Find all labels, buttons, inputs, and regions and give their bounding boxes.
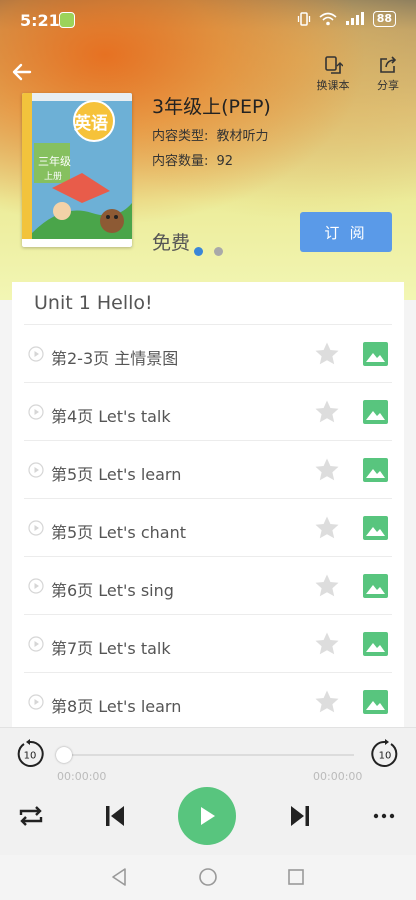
share-icon	[380, 56, 397, 73]
duration-time: 00:00:00	[313, 770, 363, 783]
track-title: 第2-3页 主情景图	[51, 349, 179, 368]
audio-player: 10 10 00:00:00 00:00:00	[0, 727, 416, 855]
image-icon[interactable]	[363, 342, 388, 366]
nav-back-icon[interactable]	[110, 867, 128, 887]
wifi-icon	[319, 12, 337, 26]
swap-book-icon	[325, 56, 343, 74]
switch-textbook-label: 换课本	[316, 79, 350, 92]
star-icon[interactable]	[314, 515, 340, 541]
cover-term: 上册	[44, 172, 63, 182]
track-title: 第8页 Let's learn	[51, 697, 182, 716]
play-circle-icon[interactable]	[28, 694, 44, 710]
image-icon[interactable]	[363, 400, 388, 424]
play-icon	[201, 807, 215, 825]
track-title: 第5页 Let's learn	[51, 465, 182, 484]
track-row[interactable]: 第4页 Let's talk	[24, 382, 392, 440]
track-list-card: Unit 1 Hello! 第2-3页 主情景图 第4页 Let's talk 第5…	[12, 282, 404, 727]
rewind-10-icon[interactable]: 10	[15, 739, 45, 769]
share-button[interactable]: 分享	[368, 55, 408, 93]
track-title: 第7页 Let's talk	[51, 639, 171, 658]
image-icon[interactable]	[363, 632, 388, 656]
play-circle-icon[interactable]	[28, 462, 44, 478]
image-icon[interactable]	[363, 458, 388, 482]
track-row[interactable]: 第5页 Let's learn	[24, 440, 392, 498]
arrow-left-icon[interactable]	[10, 60, 34, 84]
play-circle-icon[interactable]	[28, 520, 44, 536]
nav-home-icon[interactable]	[198, 867, 218, 887]
forward-seconds: 10	[379, 751, 392, 762]
book-title: 3年级上(PEP)	[152, 96, 271, 118]
track-row[interactable]: 第6页 Let's sing	[24, 556, 392, 614]
track-list: 第2-3页 主情景图 第4页 Let's talk 第5页 Let's learn 第…	[24, 324, 392, 727]
play-circle-icon[interactable]	[28, 578, 44, 594]
track-title: 第6页 Let's sing	[51, 581, 174, 600]
previous-track-icon[interactable]	[104, 804, 126, 828]
carousel-dot[interactable]	[214, 247, 223, 256]
track-row[interactable]: 第7页 Let's talk	[24, 614, 392, 672]
star-icon[interactable]	[314, 341, 340, 367]
star-icon[interactable]	[314, 689, 340, 715]
rewind-seconds: 10	[24, 751, 37, 762]
cover-grade: 三年级	[38, 155, 71, 168]
battery-icon: 88	[372, 11, 396, 27]
unit-title: Unit 1 Hello!	[34, 292, 153, 314]
track-row[interactable]: 第2-3页 主情景图	[24, 324, 392, 382]
track-row[interactable]: 第8页 Let's learn	[24, 672, 392, 727]
forward-10-icon[interactable]: 10	[370, 739, 400, 769]
app-notification-icon	[59, 12, 75, 28]
vibrate-icon	[297, 12, 310, 26]
switch-textbook-button[interactable]: 换课本	[313, 55, 353, 93]
system-nav-bar	[0, 855, 416, 900]
image-icon[interactable]	[363, 690, 388, 714]
track-title: 第5页 Let's chant	[51, 523, 186, 542]
nav-recents-icon[interactable]	[287, 867, 305, 887]
status-icons: 88	[297, 11, 396, 27]
price-label: 免费	[152, 232, 191, 254]
star-icon[interactable]	[314, 457, 340, 483]
progress-track[interactable]	[64, 754, 354, 756]
share-label: 分享	[377, 79, 399, 92]
content-type-value: 教材听力	[216, 129, 269, 144]
cover-subject: 英语	[74, 114, 108, 134]
repeat-icon[interactable]	[17, 803, 45, 829]
content-type-label: 内容类型:	[152, 129, 209, 144]
star-icon[interactable]	[314, 631, 340, 657]
content-count-value: 92	[216, 154, 234, 169]
image-icon[interactable]	[363, 516, 388, 540]
content-count-row: 内容数量: 92	[152, 150, 233, 169]
content-count-label: 内容数量:	[152, 154, 209, 169]
next-track-icon[interactable]	[289, 804, 311, 828]
more-options-icon[interactable]	[373, 812, 395, 820]
track-row[interactable]: 第5页 Let's chant	[24, 498, 392, 556]
progress-handle[interactable]	[56, 747, 72, 763]
content-type-row: 内容类型: 教材听力	[152, 125, 269, 144]
image-icon[interactable]	[363, 574, 388, 598]
play-circle-icon[interactable]	[28, 404, 44, 420]
elapsed-time: 00:00:00	[57, 770, 107, 783]
star-icon[interactable]	[314, 573, 340, 599]
status-bar: 5:21 88	[0, 0, 416, 40]
star-icon[interactable]	[314, 399, 340, 425]
play-circle-icon[interactable]	[28, 346, 44, 362]
subscribe-button[interactable]: 订 阅	[300, 212, 392, 252]
signal-icon	[345, 12, 364, 25]
play-button[interactable]	[178, 787, 236, 845]
status-time: 5:21	[20, 11, 60, 30]
play-circle-icon[interactable]	[28, 636, 44, 652]
carousel-dot-active[interactable]	[194, 247, 203, 256]
book-cover-image[interactable]: 英语 三年级 上册	[22, 93, 132, 247]
track-title: 第4页 Let's talk	[51, 407, 171, 426]
